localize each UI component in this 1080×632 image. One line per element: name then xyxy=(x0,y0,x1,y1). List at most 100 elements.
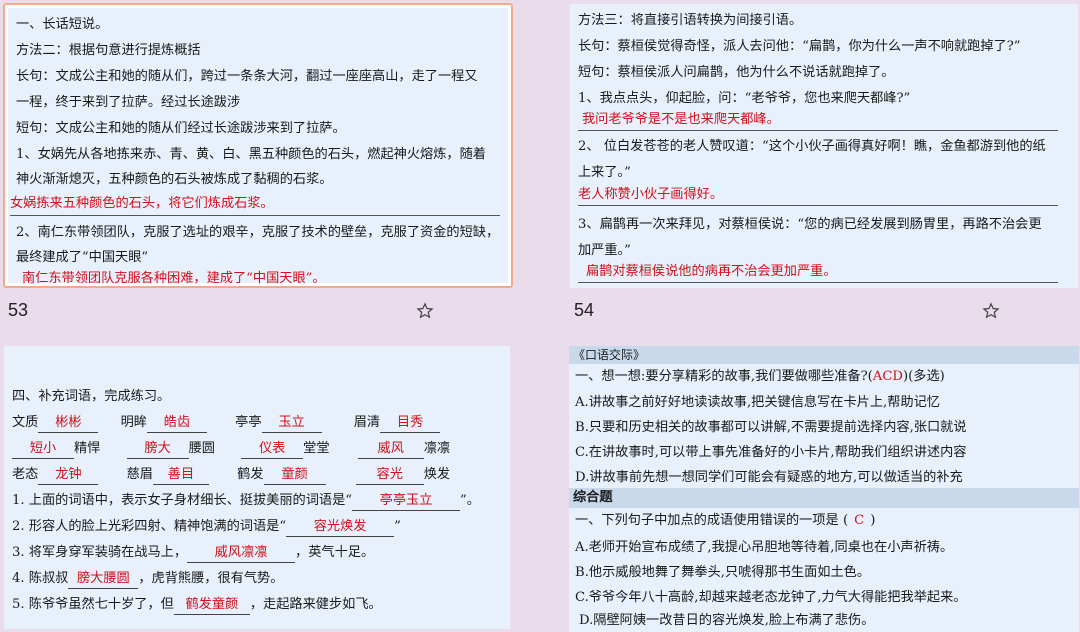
section-title: 《口语交际》 xyxy=(573,348,646,362)
word: 亭亭 xyxy=(235,415,262,430)
text-line: 短句：蔡桓侯派人问扁鹊，他为什么不说话就跑掉了。 xyxy=(578,65,895,80)
section-bar xyxy=(569,488,1079,508)
question-text: ”。 xyxy=(460,493,480,508)
question-text: 2. 形容人的脸上光彩四射、精神饱满的词语是“ xyxy=(12,519,287,534)
question-text: 一、下列句子中加点的成语使用错误的一项是 ( xyxy=(575,513,849,528)
word: 凛凛 xyxy=(423,441,451,456)
word: 慈眉 xyxy=(126,467,153,482)
text-line: 上来了。” xyxy=(578,165,631,180)
question-2: 2. 形容人的脸上光彩四射、精神饱满的词语是“ 容光焕发” xyxy=(12,518,401,537)
text-line: 长句：蔡桓侯觉得奇怪，派人去问他：“扁鹊，你为什么一声不响就跑掉了?” xyxy=(578,39,1021,54)
answer-underline xyxy=(578,130,1058,131)
answer-line: 南仁东带领团队克服各种困难，建成了“中国天眼”。 xyxy=(22,271,326,286)
word: 老态 xyxy=(12,467,39,482)
word-blank: 目秀 xyxy=(380,414,441,433)
text-line: 3、扁鹊再一次来拜见，对蔡桓侯说：“您的病已经发展到肠胃里，再路不治会更 xyxy=(578,217,1042,232)
word-blank: 龙钟 xyxy=(38,466,99,485)
text-line: 方法二：根据句意进行提炼概括 xyxy=(16,43,201,58)
text-line: 短句：文成公主和她的随从们经过长途跋涉来到了拉萨。 xyxy=(16,121,346,136)
option-d: D.讲故事前先想一想同学们可能会有疑惑的地方,可以做适当的补充 xyxy=(575,470,963,485)
answer-blank: 鹤发童颜 xyxy=(173,596,250,615)
answer-line: 女娲拣来五种颜色的石头，将它们炼成石浆。 xyxy=(10,196,274,211)
question-text: )(多选) xyxy=(902,369,945,384)
word-blank: 膀大 xyxy=(126,440,189,459)
page-number: 53 xyxy=(8,300,29,320)
answer-text: C xyxy=(854,513,865,528)
answer-blank: 容光焕发 xyxy=(286,518,395,537)
answer-line: 我问老爷爷是不是也来爬天都峰。 xyxy=(582,112,780,127)
question-text: 1. 上面的词语中，表示女子身材细长、挺拔美丽的词语是“ xyxy=(12,493,353,508)
slide-53[interactable]: 一、长话短说。 方法二：根据句意进行提炼概括 长句：文成公主和她的随从们，跨过一… xyxy=(3,3,513,288)
word-blank: 玉立 xyxy=(261,414,322,433)
answer-underline xyxy=(10,215,500,216)
question-text: ，走起路来健步如飞。 xyxy=(249,597,382,612)
text-line: 加严重。” xyxy=(578,243,631,258)
question-text: 5. 陈爷爷虽然七十岁了，但 xyxy=(12,597,174,612)
slide-header-bar xyxy=(569,346,1079,364)
option-c: C.爷爷今年八十高龄,却越来越老态龙钟了,力气大得能把我举起来。 xyxy=(575,590,967,605)
word: 文质 xyxy=(12,415,39,430)
question-text: 一、想一想:要分享精彩的故事,我们要做哪些准备?( xyxy=(575,369,873,384)
word-blank: 容光 xyxy=(355,466,424,485)
text-line: 2、南仁东带领团队，克服了选址的艰辛，克服了技术的壁垒，克服了资金的短缺， xyxy=(16,225,500,240)
answer-text: ACD xyxy=(872,369,903,384)
word: 精悍 xyxy=(74,441,101,456)
question-2: 一、下列句子中加点的成语使用错误的一项是 ( C) xyxy=(575,512,875,530)
question-text: 4. 陈叔叔 xyxy=(12,571,69,586)
question-text: ，虎背熊腰，很有气势。 xyxy=(138,571,284,586)
answer-underline xyxy=(578,205,1058,206)
question-text: ” xyxy=(394,519,401,534)
word-blank: 皓齿 xyxy=(146,414,207,433)
question-5: 5. 陈爷爷虽然七十岁了，但 鹤发童颜 ，走起路来健步如飞。 xyxy=(12,596,382,615)
answer-underline xyxy=(578,282,1058,283)
text-line: 最终建成了“中国天眼” xyxy=(16,250,149,265)
question-text: 3. 将军身穿军装骑在战马上， xyxy=(12,545,188,560)
word: 腰圆 xyxy=(188,441,215,456)
word: 堂堂 xyxy=(303,441,330,456)
text-line: 长句：文成公主和她的随从们，跨过一条条大河，翻过一座座高山，走了一程又 xyxy=(16,69,478,84)
word: 焕发 xyxy=(423,467,451,482)
word-blank: 善目 xyxy=(152,466,209,485)
word-row: 文质 彬彬 明眸 皓齿 亭亭 玉立 眉清 目秀 xyxy=(12,414,441,433)
question-text: ，英气十足。 xyxy=(295,545,375,560)
text-line: 一程，终于来到了拉萨。经过长途跋涉 xyxy=(16,95,241,110)
option-b: B.他示威般地舞了舞拳头,只唬得那书生面如土色。 xyxy=(575,565,871,580)
text-line: 1、我点点头，仰起脸，问：“老爷爷，您也来爬天都峰?” xyxy=(578,91,911,106)
word-row: 短小 精悍 膀大 腰圆 仪表 堂堂 威风 凛凛 xyxy=(12,440,450,459)
slide-55[interactable]: 四、补充词语，完成练习。 文质 彬彬 明眸 皓齿 亭亭 玉立 眉清 目秀 短小 精悍 膀大… xyxy=(4,346,510,629)
word-row: 老态 龙钟 慈眉 善目 鹤发 童颜 容光 焕发 xyxy=(12,466,450,485)
word: 眉清 xyxy=(353,415,381,430)
word: 明眸 xyxy=(120,415,147,430)
section-title: 综合题 xyxy=(573,490,613,505)
text-line: 一、长话短说。 xyxy=(16,17,109,32)
text-line: 方法三：将直接引语转换为间接引语。 xyxy=(578,13,803,28)
text-line: 神火渐渐熄灭，五种颜色的石头被炼成了黏稠的石浆。 xyxy=(16,172,333,187)
word-blank: 童颜 xyxy=(263,466,326,485)
answer-blank: 亭亭玉立 xyxy=(352,492,461,511)
option-d: D.隔壁阿姨一改昔日的容光焕发,脸上布满了悲伤。 xyxy=(579,613,875,628)
answer-blank: 威风凛凛 xyxy=(187,544,296,563)
question-text: ) xyxy=(870,513,876,528)
option-a: A.老师开始宣布成绩了,我提心吊胆地等待着,同桌也在小声祈祷。 xyxy=(575,540,954,555)
word-blank: 威风 xyxy=(357,440,424,459)
page-number: 54 xyxy=(574,300,595,320)
word-blank: 彬彬 xyxy=(38,414,99,433)
slide-54[interactable]: 方法三：将直接引语转换为间接引语。 长句：蔡桓侯觉得奇怪，派人去问他：“扁鹊，你… xyxy=(570,4,1078,288)
answer-line: 老人称赞小伙子画得好。 xyxy=(578,187,724,202)
star-icon[interactable] xyxy=(982,302,1000,320)
slide-53-content: 一、长话短说。 方法二：根据句意进行提炼概括 长句：文成公主和她的随从们，跨过一… xyxy=(8,8,508,286)
word-blank: 短小 xyxy=(12,440,74,459)
question-3: 3. 将军身穿军装骑在战马上， 威风凛凛 ，英气十足。 xyxy=(12,544,374,563)
option-b: B.只要和历史相关的故事都可以讲解,不需要提前选择内容,张口就说 xyxy=(575,420,967,435)
word-blank: 仪表 xyxy=(241,440,304,459)
question-1: 1. 上面的词语中，表示女子身材细长、挺拔美丽的词语是“ 亭亭玉立”。 xyxy=(12,492,480,511)
text-line: 2、 位白发苍苍的老人赞叹道：“这个小伙子画得真好啊！瞧，金鱼都游到他的纸 xyxy=(578,139,1046,154)
word: 鹤发 xyxy=(237,467,264,482)
option-a: A.讲故事之前好好地读读故事,把关键信息写在卡片上,帮助记忆 xyxy=(575,395,940,410)
star-icon[interactable] xyxy=(416,302,434,320)
text-line: 1、女娲先从各地拣来赤、青、黄、白、黑五种颜色的石头，燃起神火熔炼，随着 xyxy=(16,147,486,162)
slide-56[interactable]: 《口语交际》 一、想一想:要分享精彩的故事,我们要做哪些准备?(ACD)(多选)… xyxy=(569,346,1079,632)
option-c: C.在讲故事时,可以带上事先准备好的小卡片,帮助我们组织讲述内容 xyxy=(575,445,967,460)
question-1: 一、想一想:要分享精彩的故事,我们要做哪些准备?(ACD)(多选) xyxy=(575,368,945,386)
answer-blank: 膀大腰圆 xyxy=(68,570,139,589)
